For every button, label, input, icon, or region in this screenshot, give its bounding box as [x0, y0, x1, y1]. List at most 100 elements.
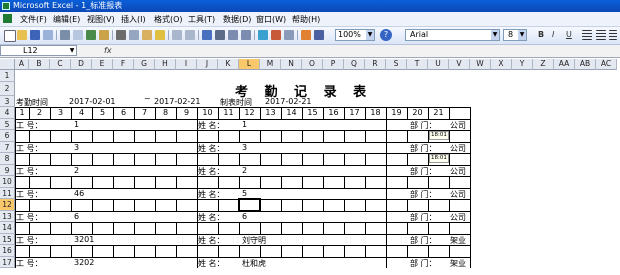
row-header-15[interactable]: 15: [0, 233, 15, 245]
row-header-10[interactable]: 10: [0, 176, 15, 188]
column-header-i[interactable]: I: [176, 59, 197, 70]
row-header-16[interactable]: 16: [0, 245, 15, 257]
sort-ascending-icon[interactable]: [228, 30, 238, 40]
fx-icon[interactable]: fx: [104, 46, 112, 55]
row-header-4[interactable]: 4: [0, 107, 15, 119]
save-icon[interactable]: [30, 30, 40, 40]
column-header-w[interactable]: W: [470, 59, 491, 70]
permission-icon[interactable]: [43, 30, 53, 40]
print-icon[interactable]: [60, 30, 70, 40]
column-header-d[interactable]: D: [71, 59, 92, 70]
column-header-aa[interactable]: AA: [554, 59, 575, 70]
spelling-icon[interactable]: [86, 30, 96, 40]
column-header-ab[interactable]: AB: [575, 59, 596, 70]
align-center-icon[interactable]: [596, 30, 606, 40]
menu-help[interactable]: 帮助(H): [292, 15, 320, 24]
format-painter-icon[interactable]: [155, 30, 165, 40]
zoom-select[interactable]: 100% ▼: [335, 29, 375, 41]
menu-format[interactable]: 格式(O): [154, 15, 183, 24]
made-date: 2017-02-21: [265, 96, 312, 106]
paste-icon[interactable]: [142, 30, 152, 40]
row-header-6[interactable]: 6: [0, 130, 15, 142]
open-icon[interactable]: [17, 30, 27, 40]
print-preview-icon[interactable]: [73, 30, 83, 40]
chart-icon[interactable]: [301, 30, 311, 40]
bold-button[interactable]: B: [538, 30, 544, 40]
menu-edit[interactable]: 编辑(E): [53, 15, 80, 24]
italic-button[interactable]: I: [552, 30, 554, 40]
drawing-icon[interactable]: [271, 30, 281, 40]
row-header-7[interactable]: 7: [0, 141, 15, 153]
research-icon[interactable]: [99, 30, 109, 40]
column-header-k[interactable]: K: [218, 59, 239, 70]
column-header-a[interactable]: A: [15, 59, 29, 70]
excel-app-icon[interactable]: [2, 2, 10, 10]
menu-data[interactable]: 数据(D): [223, 15, 251, 24]
copy-icon[interactable]: [129, 30, 139, 40]
name-box[interactable]: L12 ▼: [0, 45, 77, 56]
chart-wizard-icon[interactable]: [258, 30, 268, 40]
menu-file[interactable]: 文件(F): [20, 15, 47, 24]
column-header-q[interactable]: Q: [344, 59, 365, 70]
row-header-13[interactable]: 13: [0, 210, 15, 222]
row-header-11[interactable]: 11: [0, 187, 15, 199]
workbook-icon[interactable]: [3, 14, 12, 23]
column-header-p[interactable]: P: [323, 59, 344, 70]
column-header-n[interactable]: N: [281, 59, 302, 70]
undo-icon[interactable]: [172, 30, 182, 40]
selected-cell[interactable]: [238, 198, 261, 212]
help-icon[interactable]: ?: [380, 29, 392, 41]
column-header-o[interactable]: O: [302, 59, 323, 70]
column-header-z[interactable]: Z: [533, 59, 554, 70]
cut-icon[interactable]: [116, 30, 126, 40]
hyperlink-icon[interactable]: [202, 30, 212, 40]
toolbar-options-icon[interactable]: [284, 30, 294, 40]
drawing-toolbar-icon[interactable]: [314, 30, 324, 40]
menu-view[interactable]: 视图(V): [87, 15, 115, 24]
underline-button[interactable]: U: [566, 30, 572, 40]
row-header-2[interactable]: 2: [0, 81, 15, 96]
column-header-f[interactable]: F: [113, 59, 134, 70]
column-header-j[interactable]: J: [197, 59, 218, 70]
sort-descending-icon[interactable]: [241, 30, 251, 40]
row-header-14[interactable]: 14: [0, 222, 15, 234]
column-header-y[interactable]: Y: [512, 59, 533, 70]
align-right-icon[interactable]: [609, 30, 617, 40]
row-header-12[interactable]: 12: [0, 199, 15, 211]
redo-icon[interactable]: [185, 30, 195, 40]
column-header-r[interactable]: R: [365, 59, 386, 70]
column-header-h[interactable]: H: [155, 59, 176, 70]
row-header-9[interactable]: 9: [0, 164, 15, 176]
column-header-ac[interactable]: AC: [596, 59, 617, 70]
column-header-c[interactable]: C: [50, 59, 71, 70]
column-header-l[interactable]: L: [239, 59, 260, 70]
row-header-1[interactable]: 1: [0, 70, 15, 82]
column-header-v[interactable]: V: [449, 59, 470, 70]
column-header-s[interactable]: S: [386, 59, 407, 70]
chevron-down-icon[interactable]: ▼: [68, 46, 76, 55]
font-size-select[interactable]: 8 ▼: [503, 29, 527, 41]
row-header-17[interactable]: 17: [0, 256, 15, 268]
font-select[interactable]: Arial ▼: [405, 29, 500, 41]
row-header-5[interactable]: 5: [0, 118, 15, 130]
chevron-down-icon[interactable]: ▼: [366, 30, 374, 40]
column-header-b[interactable]: B: [29, 59, 50, 70]
column-header-m[interactable]: M: [260, 59, 281, 70]
table-column-line: [155, 153, 156, 165]
column-header-g[interactable]: G: [134, 59, 155, 70]
align-left-icon[interactable]: [582, 30, 592, 40]
column-header-x[interactable]: X: [491, 59, 512, 70]
menu-tools[interactable]: 工具(T): [188, 15, 215, 24]
select-all-corner[interactable]: [0, 59, 15, 70]
column-header-t[interactable]: T: [407, 59, 428, 70]
autosum-icon[interactable]: [215, 30, 225, 40]
new-icon[interactable]: [4, 30, 16, 42]
chevron-down-icon[interactable]: ▼: [518, 30, 526, 40]
chevron-down-icon[interactable]: ▼: [491, 30, 499, 40]
row-header-3[interactable]: 3: [0, 95, 15, 107]
column-header-e[interactable]: E: [92, 59, 113, 70]
column-header-u[interactable]: U: [428, 59, 449, 70]
menu-window[interactable]: 窗口(W): [256, 15, 286, 24]
menu-insert[interactable]: 插入(I): [121, 15, 146, 24]
row-header-8[interactable]: 8: [0, 153, 15, 165]
